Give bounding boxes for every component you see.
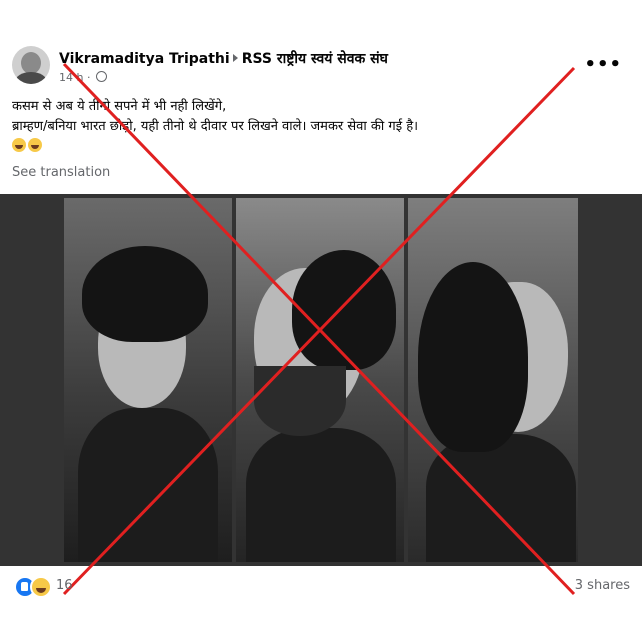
see-translation-link[interactable]: See translation (12, 165, 110, 180)
post-text: कसम से अब ये तीनो सपने में भी नही लिखेंग… (12, 97, 627, 157)
laugh-emoji-icon (28, 138, 42, 152)
facebook-post: Vikramaditya Tripathi RSS राष्ट्रीय स्वयं… (0, 0, 642, 642)
reaction-count[interactable]: 16 (56, 578, 73, 593)
globe-icon (95, 71, 107, 82)
person-torso (78, 408, 218, 562)
group-name[interactable]: RSS राष्ट्रीय स्वयं सेवक संघ (242, 51, 388, 67)
person-beard (254, 366, 346, 436)
post-image[interactable] (0, 194, 642, 566)
more-icon[interactable]: ••• (584, 54, 622, 75)
photo-panel-left (64, 198, 232, 562)
post-meta: 14 h · (59, 71, 107, 84)
person-torso (246, 428, 396, 562)
shares-count[interactable]: 3 shares (575, 578, 630, 593)
person-hair (418, 262, 528, 452)
post-text-line: कसम से अब ये तीनो सपने में भी नही लिखेंग… (12, 99, 227, 114)
person-hair (82, 246, 208, 342)
post-time[interactable]: 14 h (59, 71, 83, 84)
haha-icon[interactable] (30, 576, 52, 598)
emoji-line (12, 137, 627, 157)
avatar[interactable] (12, 46, 50, 84)
post-header: Vikramaditya Tripathi RSS राष्ट्रीय स्वयं… (12, 46, 632, 90)
photo-panel-middle (236, 198, 404, 562)
arrow-right-icon (232, 54, 238, 62)
person-torso (426, 434, 576, 562)
post-text-line: ब्राम्हण/बनिया भारत छोड़ो, यही तीनो थे द… (12, 119, 419, 134)
author-line: Vikramaditya Tripathi RSS राष्ट्रीय स्वयं… (59, 49, 388, 68)
laugh-emoji-icon (12, 138, 26, 152)
person-hair (292, 250, 396, 370)
author-name[interactable]: Vikramaditya Tripathi (59, 51, 230, 67)
post-footer: 16 3 shares (0, 566, 642, 606)
avatar-face (21, 52, 41, 74)
avatar-shoulders (15, 72, 47, 84)
photo-panel-right (408, 198, 578, 562)
